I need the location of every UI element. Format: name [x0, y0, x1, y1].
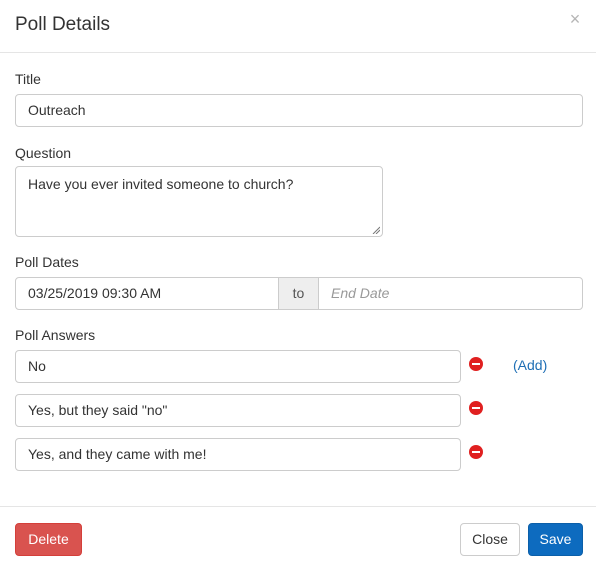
save-button[interactable]: Save [528, 523, 583, 556]
question-textarea[interactable]: Have you ever invited someone to church? [15, 166, 383, 237]
date-range-separator: to [278, 277, 319, 310]
add-answer-link[interactable]: (Add) [513, 357, 547, 373]
modal-footer: Delete Close Save [0, 506, 596, 566]
question-label: Question [15, 145, 72, 161]
title-label: Title [15, 71, 41, 87]
remove-answer-icon[interactable] [469, 445, 483, 459]
poll-answers-label: Poll Answers [15, 327, 96, 343]
question-text: Have you ever invited someone to church? [28, 176, 294, 192]
answer-input-2[interactable]: Yes, but they said "no" [15, 394, 461, 427]
answer-input-1[interactable]: No [15, 350, 461, 383]
modal-title: Poll Details [15, 14, 111, 35]
delete-button[interactable]: Delete [15, 523, 82, 556]
poll-dates-label: Poll Dates [15, 254, 79, 270]
end-date-input[interactable]: End Date [318, 277, 583, 310]
start-date-input[interactable]: 03/25/2019 09:30 AM [15, 277, 279, 310]
remove-answer-icon[interactable] [469, 357, 483, 371]
close-button[interactable]: Close [460, 523, 520, 556]
poll-details-modal: Poll Details × Title Outreach Question H… [0, 0, 596, 566]
answer-input-3[interactable]: Yes, and they came with me! [15, 438, 461, 471]
close-icon[interactable]: × [568, 10, 582, 28]
poll-dates-group: 03/25/2019 09:30 AM to End Date [15, 277, 583, 310]
remove-answer-icon[interactable] [469, 401, 483, 415]
title-input[interactable]: Outreach [15, 94, 583, 127]
modal-header: Poll Details × [0, 0, 596, 53]
resize-grip-icon[interactable] [372, 226, 380, 234]
